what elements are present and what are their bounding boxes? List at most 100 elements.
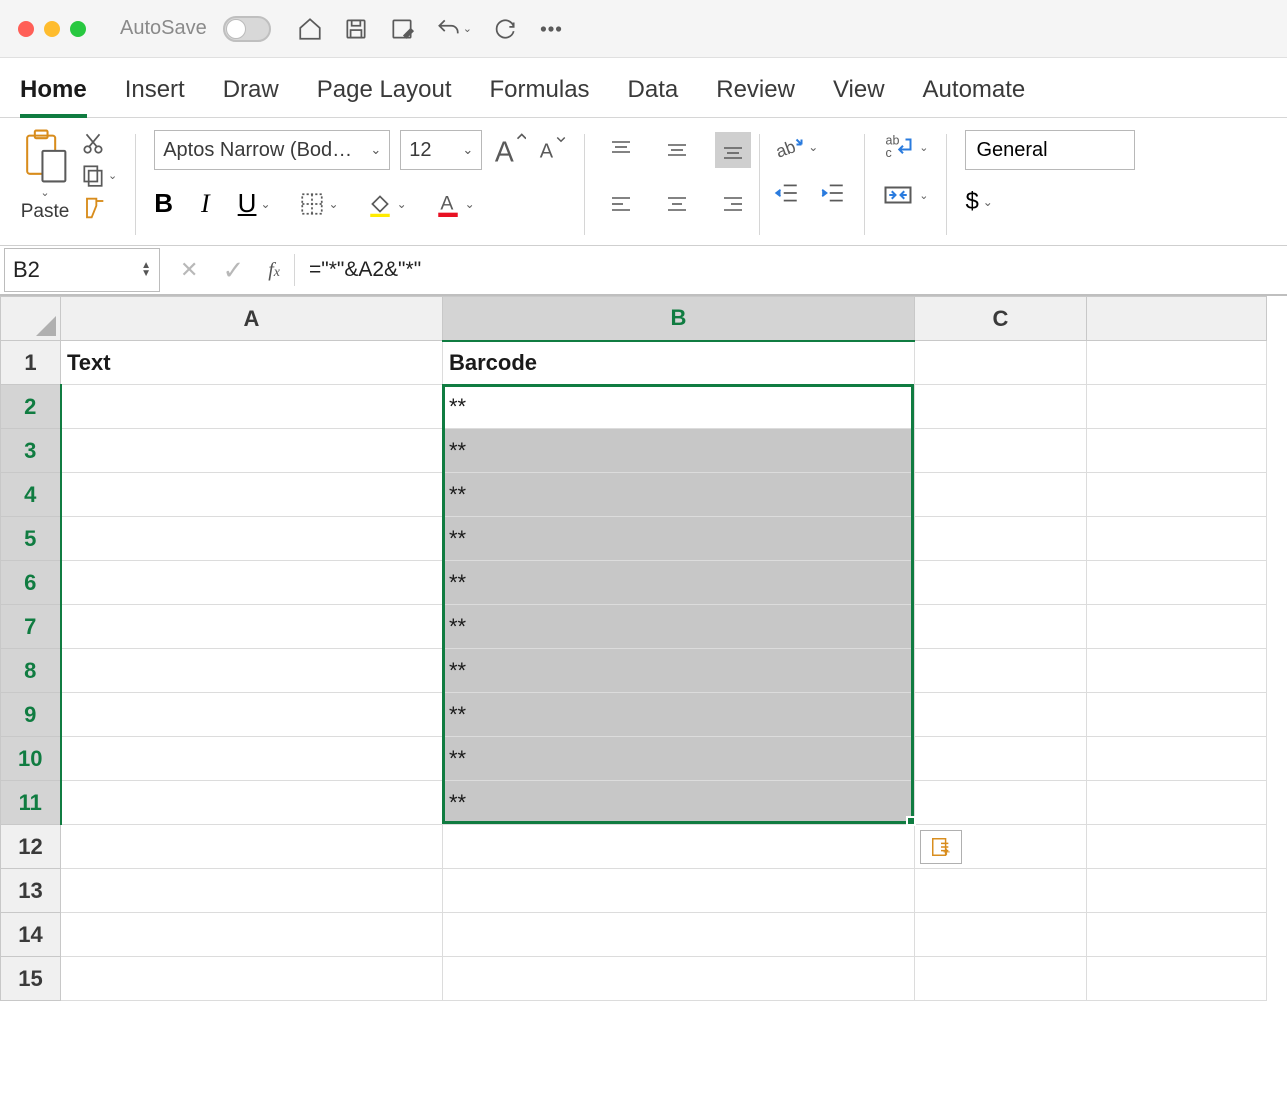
fx-icon[interactable]: fx xyxy=(268,259,280,282)
row-header-8[interactable]: 8 xyxy=(1,649,61,693)
italic-button[interactable]: I xyxy=(201,189,210,219)
cell-D7[interactable] xyxy=(1087,605,1267,649)
autofill-options-button[interactable]: + xyxy=(920,830,962,864)
cell-A5[interactable] xyxy=(61,517,443,561)
cell-A2[interactable] xyxy=(61,385,443,429)
tab-insert[interactable]: Insert xyxy=(125,76,185,114)
cell-B7[interactable]: ** xyxy=(443,605,915,649)
cell-A12[interactable] xyxy=(61,825,443,869)
cell-C4[interactable] xyxy=(915,473,1087,517)
orientation-button[interactable]: ab⌄ xyxy=(774,132,818,162)
accounting-format-button[interactable]: $⌄ xyxy=(965,188,992,216)
formula-input[interactable]: ="*"&A2&"*" xyxy=(295,258,1287,282)
cell-B9[interactable]: ** xyxy=(443,693,915,737)
increase-font-button[interactable]: A xyxy=(492,133,526,167)
align-top-button[interactable] xyxy=(603,132,639,168)
cell-C8[interactable] xyxy=(915,649,1087,693)
cell-A15[interactable] xyxy=(61,957,443,1001)
font-color-button[interactable]: A⌄ xyxy=(435,191,475,217)
cell-B8[interactable]: ** xyxy=(443,649,915,693)
align-middle-button[interactable] xyxy=(659,132,695,168)
undo-dropdown-icon[interactable]: ⌄ xyxy=(463,22,472,35)
wrap-text-button[interactable]: abc⌄ xyxy=(883,132,928,162)
cell-A6[interactable] xyxy=(61,561,443,605)
cell-C13[interactable] xyxy=(915,869,1087,913)
format-painter-button[interactable] xyxy=(80,194,117,222)
redo-icon[interactable] xyxy=(492,16,518,42)
cell-B11[interactable]: ** xyxy=(443,781,915,825)
cell-A9[interactable] xyxy=(61,693,443,737)
cell-B6[interactable]: ** xyxy=(443,561,915,605)
cell-A7[interactable] xyxy=(61,605,443,649)
maximize-window-button[interactable] xyxy=(70,21,86,37)
cell-A11[interactable] xyxy=(61,781,443,825)
cell-D13[interactable] xyxy=(1087,869,1267,913)
tab-view[interactable]: View xyxy=(833,76,885,114)
cell-A8[interactable] xyxy=(61,649,443,693)
cell-C14[interactable] xyxy=(915,913,1087,957)
row-header-2[interactable]: 2 xyxy=(1,385,61,429)
row-header-15[interactable]: 15 xyxy=(1,957,61,1001)
row-header-5[interactable]: 5 xyxy=(1,517,61,561)
bold-button[interactable]: B xyxy=(154,188,173,219)
decrease-font-button[interactable]: A xyxy=(536,135,566,165)
row-header-11[interactable]: 11 xyxy=(1,781,61,825)
cell-C15[interactable] xyxy=(915,957,1087,1001)
cell-C10[interactable] xyxy=(915,737,1087,781)
paste-dropdown-icon[interactable]: ⌄ xyxy=(40,186,49,199)
row-header-14[interactable]: 14 xyxy=(1,913,61,957)
cell-D4[interactable] xyxy=(1087,473,1267,517)
cell-B2[interactable]: ** xyxy=(443,385,915,429)
cell-B14[interactable] xyxy=(443,913,915,957)
column-header-C[interactable]: C xyxy=(915,297,1087,341)
tab-home[interactable]: Home xyxy=(20,76,87,118)
cell-A10[interactable] xyxy=(61,737,443,781)
cell-B10[interactable]: ** xyxy=(443,737,915,781)
cell-D9[interactable] xyxy=(1087,693,1267,737)
close-window-button[interactable] xyxy=(18,21,34,37)
cancel-formula-button[interactable]: ✕ xyxy=(180,257,198,283)
name-box-spinner[interactable]: ▲▼ xyxy=(141,262,151,278)
cell-D2[interactable] xyxy=(1087,385,1267,429)
autosave-toggle[interactable] xyxy=(223,16,271,42)
row-header-3[interactable]: 3 xyxy=(1,429,61,473)
cell-A14[interactable] xyxy=(61,913,443,957)
row-header-9[interactable]: 9 xyxy=(1,693,61,737)
row-header-7[interactable]: 7 xyxy=(1,605,61,649)
paste-button[interactable]: ⌄ Paste xyxy=(18,128,72,223)
cell-B15[interactable] xyxy=(443,957,915,1001)
fill-color-button[interactable]: ⌄ xyxy=(367,191,407,217)
cell-B3[interactable]: ** xyxy=(443,429,915,473)
cell-C11[interactable] xyxy=(915,781,1087,825)
cell-A13[interactable] xyxy=(61,869,443,913)
enter-formula-button[interactable]: ✓ xyxy=(222,255,244,286)
cell-B5[interactable]: ** xyxy=(443,517,915,561)
cell-D5[interactable] xyxy=(1087,517,1267,561)
cut-button[interactable] xyxy=(80,130,117,156)
select-all-corner[interactable] xyxy=(1,297,61,341)
tab-data[interactable]: Data xyxy=(628,76,679,114)
row-header-4[interactable]: 4 xyxy=(1,473,61,517)
cell-C1[interactable] xyxy=(915,341,1087,385)
cell-B4[interactable]: ** xyxy=(443,473,915,517)
save-icon[interactable] xyxy=(343,16,369,42)
row-header-12[interactable]: 12 xyxy=(1,825,61,869)
name-box[interactable]: B2 ▲▼ xyxy=(4,248,160,292)
cell-D6[interactable] xyxy=(1087,561,1267,605)
save-edit-icon[interactable] xyxy=(389,16,415,42)
column-header-B[interactable]: B xyxy=(443,297,915,341)
cell-C2[interactable] xyxy=(915,385,1087,429)
minimize-window-button[interactable] xyxy=(44,21,60,37)
cell-C6[interactable] xyxy=(915,561,1087,605)
borders-button[interactable]: ⌄ xyxy=(299,191,339,217)
tab-automate[interactable]: Automate xyxy=(923,76,1026,114)
tab-page-layout[interactable]: Page Layout xyxy=(317,76,452,114)
font-size-select[interactable]: 12 ⌄ xyxy=(400,130,482,170)
cell-D11[interactable] xyxy=(1087,781,1267,825)
more-icon[interactable] xyxy=(538,16,564,42)
row-header-13[interactable]: 13 xyxy=(1,869,61,913)
tab-review[interactable]: Review xyxy=(716,76,795,114)
undo-icon[interactable] xyxy=(435,16,461,42)
cell-C7[interactable] xyxy=(915,605,1087,649)
tab-draw[interactable]: Draw xyxy=(223,76,279,114)
